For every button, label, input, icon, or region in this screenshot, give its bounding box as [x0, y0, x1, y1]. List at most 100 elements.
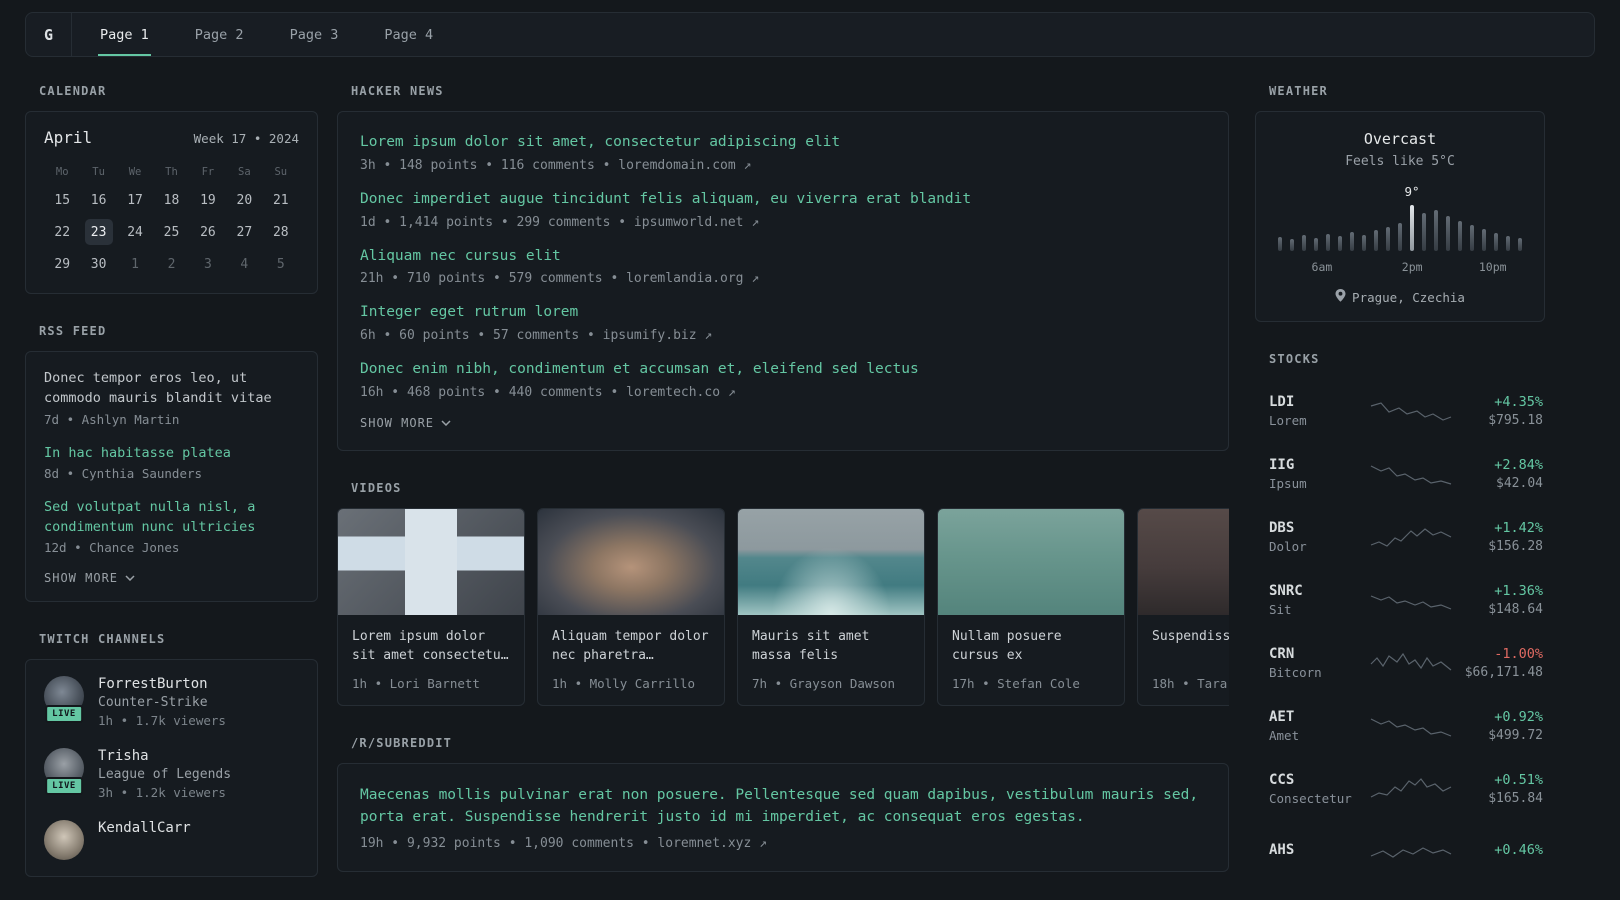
time-label: 10pm: [1478, 260, 1507, 274]
hackernews-title-link[interactable]: Donec imperdiet augue tincidunt felis al…: [360, 189, 1206, 211]
rss-widget-title: RSS FEED: [39, 324, 107, 338]
stock-price: $165.84: [1488, 790, 1543, 806]
hackernews-item-meta: 1d • 1,414 points • 299 comments • ipsum…: [360, 214, 760, 230]
stock-row[interactable]: AET Amet +0.92% $499.72: [1255, 694, 1545, 757]
tab-page-3[interactable]: Page 3: [288, 13, 341, 56]
stock-price: $795.18: [1488, 412, 1543, 428]
calendar-day-header: Su: [274, 166, 288, 178]
hackernews-item-meta: 16h • 468 points • 440 comments • loremt…: [360, 384, 736, 400]
sparkline-chart: [1369, 586, 1453, 614]
twitch-channel-info: ForrestBurton Counter-Strike 1h • 1.7k v…: [98, 676, 226, 728]
live-badge: LIVE: [45, 705, 83, 724]
topbar: G Page 1 Page 2 Page 3 Page 4: [25, 12, 1595, 57]
hackernews-title-link[interactable]: Donec enim nibh, condimentum et accumsan…: [360, 359, 1206, 381]
twitch-channel-name[interactable]: ForrestBurton: [98, 676, 226, 692]
rss-item-meta: 8d • Cynthia Saunders: [44, 465, 203, 481]
stock-price: $42.04: [1496, 475, 1543, 491]
tab-page-4[interactable]: Page 4: [382, 13, 435, 56]
twitch-channel-category: Counter-Strike: [98, 695, 208, 711]
video-title-link[interactable]: Suspendisse diam: [1152, 627, 1229, 666]
weather-location: Prague, Czechia: [1274, 289, 1526, 305]
twitch-channel-row[interactable]: KendallCarr: [44, 820, 299, 861]
calendar-day-header: Mo: [55, 166, 69, 178]
calendar-day: 16: [80, 185, 116, 215]
video-card[interactable]: Nullam posuere cursus ex 17h • Stefan Co…: [937, 507, 1125, 706]
sparkline-chart: [1369, 838, 1453, 866]
tab-page-2[interactable]: Page 2: [193, 13, 246, 56]
video-thumbnail: [738, 508, 924, 615]
calendar-day-number: 25: [163, 224, 180, 240]
tab-page-1[interactable]: Page 1: [98, 13, 151, 56]
temp-bar: [1422, 213, 1426, 251]
stock-values: +1.36% $148.64: [1453, 583, 1543, 617]
stock-row[interactable]: SNRC Sit +1.36% $148.64: [1255, 568, 1545, 631]
hackernews-show-more-button[interactable]: SHOW MORE: [360, 416, 1206, 430]
hackernews-title-link[interactable]: Lorem ipsum dolor sit amet, consectetur …: [360, 132, 1206, 154]
calendar-day-number: 17: [127, 192, 143, 208]
stock-row[interactable]: LDI Lorem +4.35% $795.18: [1255, 379, 1545, 442]
twitch-channel-name[interactable]: Trisha: [98, 748, 231, 764]
hackernews-widget: HACKER NEWS Lorem ipsum dolor sit amet, …: [337, 84, 1229, 451]
rss-widget: RSS FEED Donec tempor eros leo, ut commo…: [25, 324, 318, 603]
current-temp-label: 9°: [1404, 184, 1420, 199]
stock-symbol: CRN: [1269, 645, 1295, 662]
rss-headline-link[interactable]: In hac habitasse platea: [44, 443, 299, 463]
stock-price: $66,171.48: [1464, 664, 1543, 680]
calendar-day-header: We: [128, 166, 142, 178]
stock-values: +1.42% $156.28: [1453, 520, 1543, 554]
stock-change: +0.92%: [1494, 708, 1543, 725]
stock-id: LDI Lorem: [1269, 394, 1369, 428]
subreddit-post-link[interactable]: Maecenas mollis pulvinar erat non posuer…: [360, 784, 1206, 829]
weather-chart: 9° 6am 2pm 10pm: [1278, 184, 1522, 276]
stock-price: $148.64: [1488, 601, 1543, 617]
stock-name: Lorem: [1269, 412, 1307, 428]
temp-bar: [1434, 210, 1438, 251]
temp-bar: [1338, 236, 1342, 251]
temp-bar: [1446, 216, 1450, 251]
hackernews-item-meta: 6h • 60 points • 57 comments • ipsumify.…: [360, 328, 713, 343]
show-more-label: SHOW MORE: [44, 571, 119, 586]
stock-row[interactable]: AHS +0.46%: [1255, 820, 1545, 883]
hackernews-item: Donec enim nibh, condimentum et accumsan…: [360, 359, 1206, 400]
chevron-down-icon: [441, 420, 451, 426]
video-card[interactable]: Aliquam tempor dolor nec pharetra… 1h • …: [537, 507, 725, 706]
location-pin-icon: [1335, 289, 1346, 305]
twitch-channel-row[interactable]: LIVE ForrestBurton Counter-Strike 1h • 1…: [44, 676, 299, 728]
calendar-day-number: 27: [236, 224, 253, 240]
weather-feels-like: Feels like 5°C: [1345, 154, 1455, 169]
temp-bar: [1518, 238, 1522, 251]
twitch-channel-row[interactable]: LIVE Trisha League of Legends 3h • 1.2k …: [44, 748, 299, 800]
video-card[interactable]: Lorem ipsum dolor sit amet consectetu… 1…: [337, 507, 525, 706]
hackernews-title-link[interactable]: Integer eget rutrum lorem: [360, 302, 1206, 324]
stock-row[interactable]: CRN Bitcorn -1.00% $66,171.48: [1255, 631, 1545, 694]
weather-condition: Overcast: [1363, 130, 1437, 148]
stock-row[interactable]: CCS Consectetur +0.51% $165.84: [1255, 757, 1545, 820]
subreddit-post: Maecenas mollis pulvinar erat non posuer…: [360, 784, 1206, 851]
temp-bar: [1350, 232, 1354, 251]
sparkline-chart: [1369, 712, 1453, 740]
rss-headline-link[interactable]: Donec tempor eros leo, ut commodo mauris…: [44, 368, 299, 409]
twitch-channel-name[interactable]: KendallCarr: [98, 820, 191, 836]
rss-headline-link[interactable]: Sed volutpat nulla nisl, a condimentum n…: [44, 497, 299, 538]
video-title-link[interactable]: Nullam posuere cursus ex: [952, 627, 1110, 666]
video-title-link[interactable]: Mauris sit amet massa felis: [752, 627, 910, 666]
rss-show-more-button[interactable]: SHOW MORE: [44, 571, 299, 585]
hackernews-title-link[interactable]: Aliquam nec cursus elit: [360, 246, 1206, 268]
video-card-body: Nullam posuere cursus ex 17h • Stefan Co…: [938, 615, 1124, 705]
app-logo[interactable]: G: [26, 13, 72, 56]
temp-bar: [1314, 238, 1318, 251]
twitch-widget: TWITCH CHANNELS LIVE ForrestBurton Count…: [25, 632, 318, 878]
video-card[interactable]: Suspendisse diam 18h • Tara: [1137, 507, 1229, 706]
stock-values: +4.35% $795.18: [1453, 394, 1543, 428]
weather-widget-title: WEATHER: [1269, 84, 1328, 98]
twitch-avatar-wrap: [44, 820, 84, 861]
stock-row[interactable]: DBS Dolor +1.42% $156.28: [1255, 505, 1545, 568]
calendar-day: 27: [226, 217, 262, 247]
twitch-channel-meta: 3h • 1.2k viewers: [98, 785, 226, 801]
calendar-day-header: Tu: [92, 166, 105, 178]
stock-row[interactable]: IIG Ipsum +2.84% $42.04: [1255, 442, 1545, 505]
video-title-link[interactable]: Aliquam tempor dolor nec pharetra…: [552, 627, 710, 666]
video-title-link[interactable]: Lorem ipsum dolor sit amet consectetu…: [352, 627, 510, 666]
page-tabs: Page 1 Page 2 Page 3 Page 4: [72, 13, 435, 56]
video-card[interactable]: Mauris sit amet massa felis 7h • Grayson…: [737, 507, 925, 706]
